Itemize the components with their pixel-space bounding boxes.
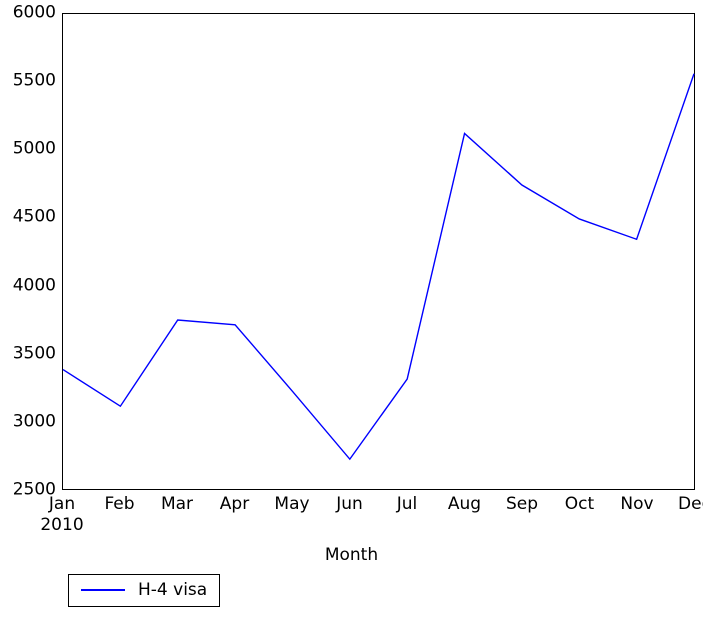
series-polyline [63, 74, 694, 459]
y-tick-label: 3500 [12, 343, 56, 364]
x-axis-title: Month [324, 545, 379, 565]
y-tick-label: 5500 [12, 70, 56, 91]
x-tick-label: Nov [620, 494, 654, 514]
y-tick-label: 3000 [12, 411, 56, 432]
legend: H-4 visa [68, 574, 221, 607]
x-tick-label: Sep [505, 494, 539, 514]
legend-label: H-4 visa [138, 580, 208, 600]
y-tick-label: 5000 [12, 138, 56, 159]
y-tick-label: 4500 [12, 206, 56, 227]
plot-area [62, 13, 695, 490]
series-line-h4-visa [63, 14, 694, 489]
x-tick-label: May [274, 494, 310, 514]
line-chart-figure: 6000 5500 5000 4500 4000 3500 3000 2500 … [0, 0, 703, 621]
x-tick-label: Apr [219, 494, 250, 514]
x-tick-label: Dec [678, 494, 703, 514]
x-tick-label: Mar [160, 494, 194, 514]
x-tick-label: Feb [104, 494, 135, 514]
x-tick-label: Jun [336, 494, 363, 514]
x-tick-label: Jul [396, 494, 418, 514]
x-axis-year-label: 2010 [40, 515, 84, 535]
x-tick-label: Jan [48, 494, 76, 514]
y-tick-label: 6000 [12, 2, 56, 23]
legend-line-swatch-icon [81, 589, 125, 591]
y-tick-label: 4000 [12, 275, 56, 296]
x-tick-label: Oct [564, 494, 595, 514]
x-tick-label: Aug [447, 494, 482, 514]
